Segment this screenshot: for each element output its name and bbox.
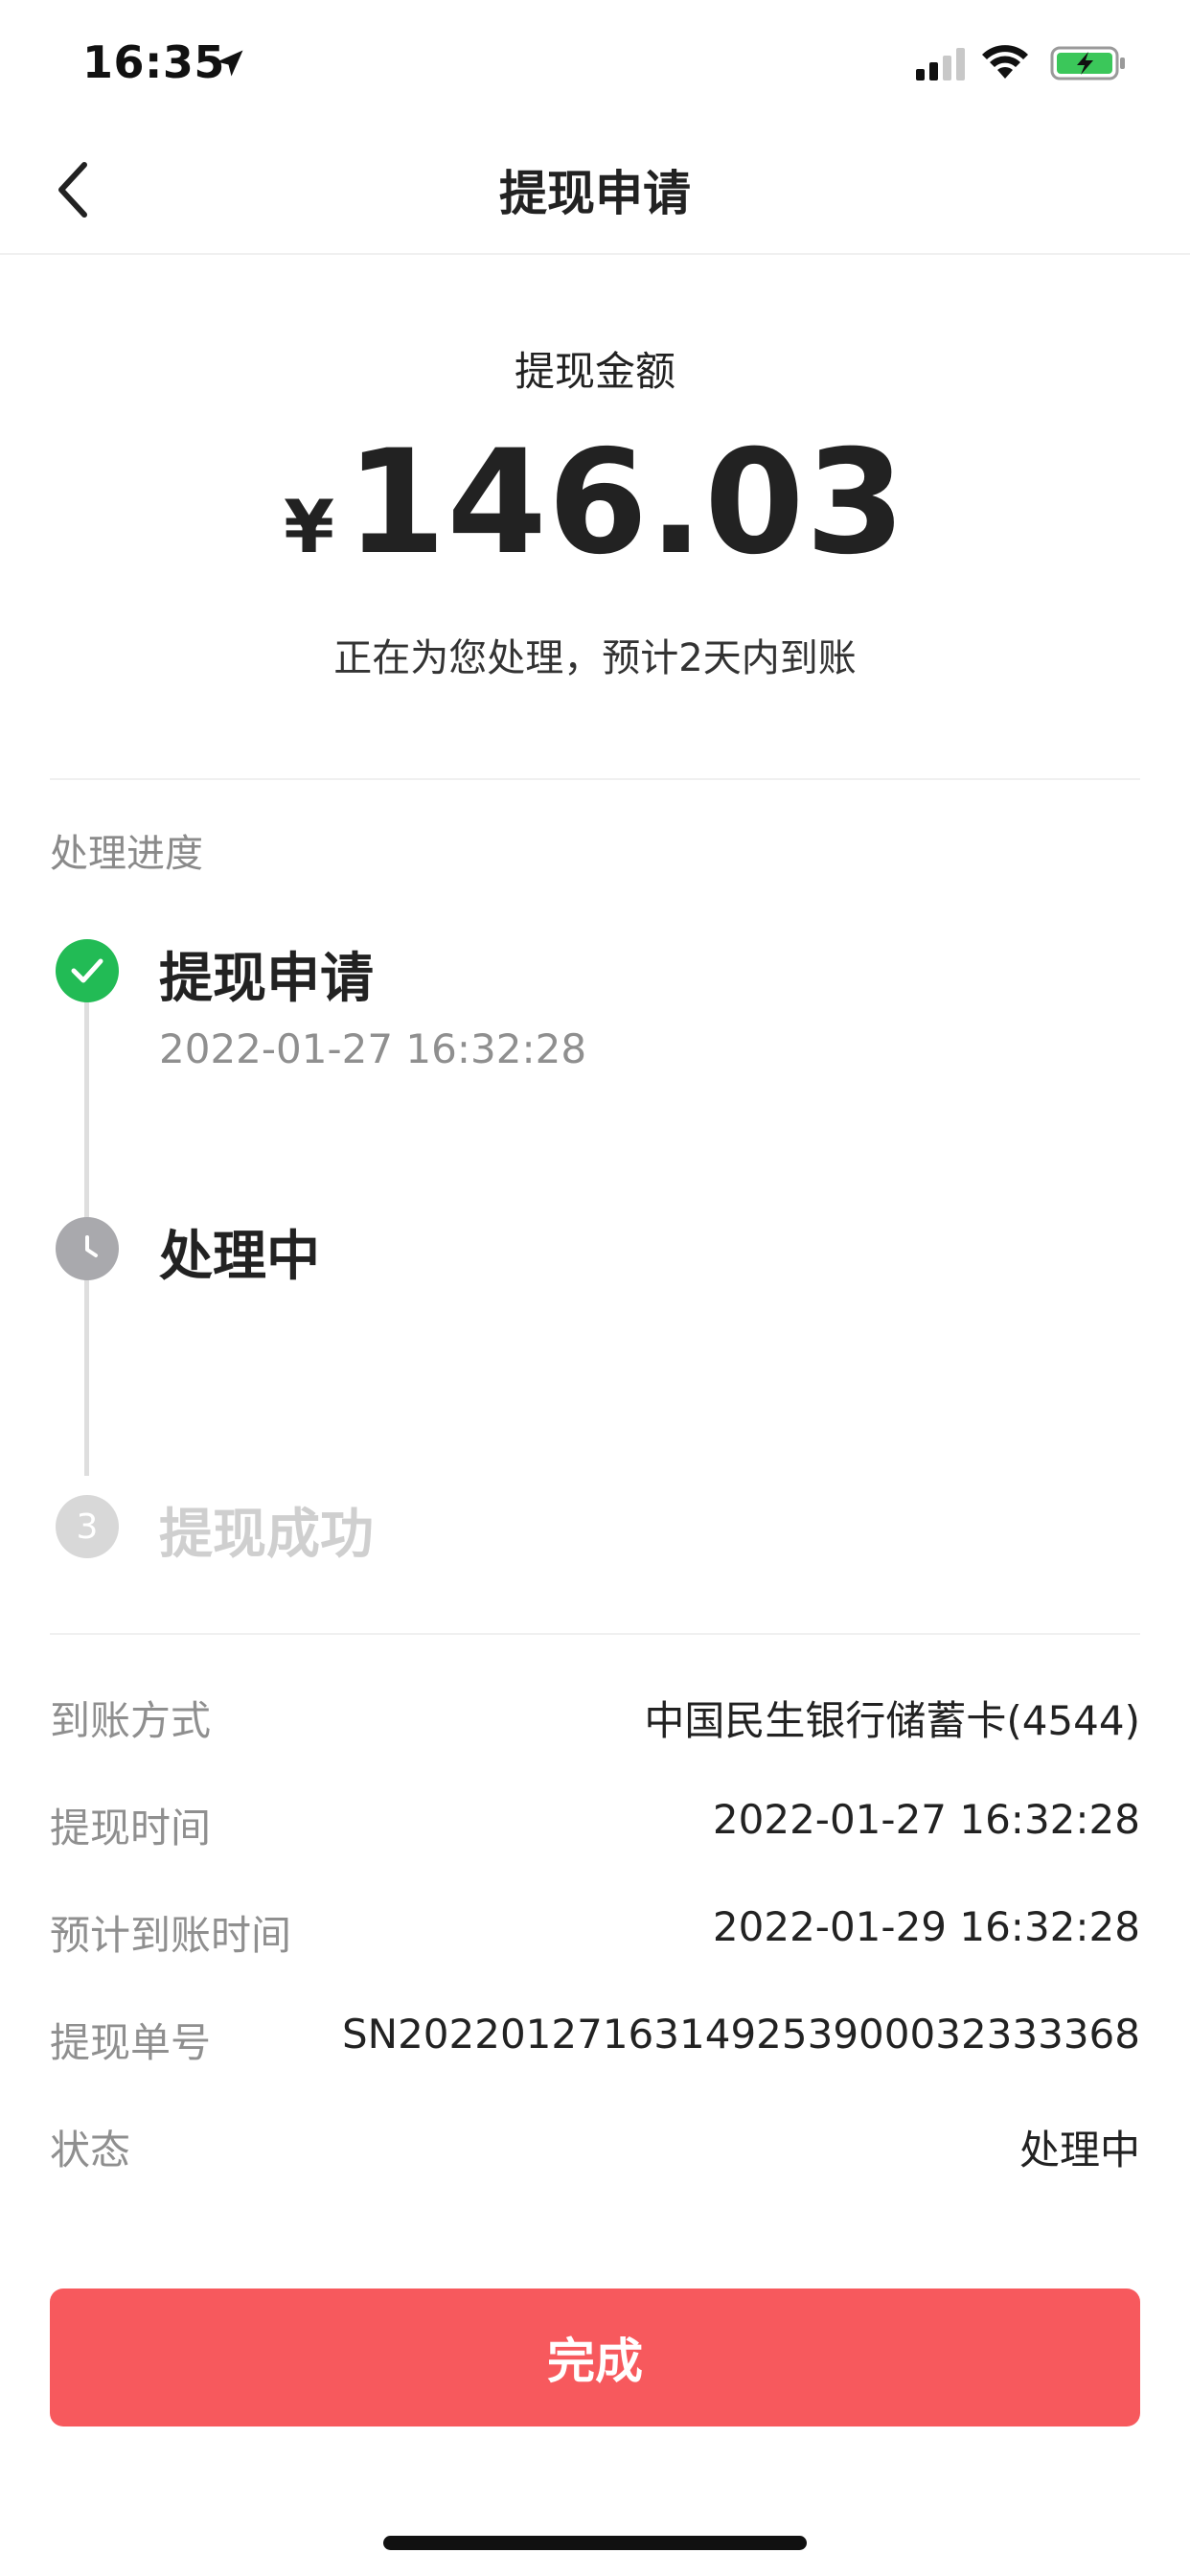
wifi-icon (982, 45, 1028, 79)
detail-label: 预计到账时间 (50, 1912, 292, 1959)
detail-value: 2022-01-27 16:32:28 (712, 1796, 1140, 1843)
detail-value: 中国民生银行储蓄卡(4544) (644, 1697, 1140, 1744)
cellular-signal-icon (916, 48, 965, 80)
done-button[interactable]: 完成 (50, 2288, 1140, 2426)
status-time: 16:35 (82, 36, 225, 88)
detail-row-status: 状态 处理中 (50, 2118, 1140, 2185)
amount-label: 提现金额 (514, 348, 675, 395)
battery-charging-icon (1050, 46, 1125, 80)
detail-label: 到账方式 (50, 1697, 212, 1744)
step-time: 2022-01-27 16:32:28 (159, 1025, 587, 1072)
step-number: 3 (76, 1506, 99, 1547)
amount-note: 正在为您处理，预计2天内到账 (333, 636, 857, 680)
currency-symbol: ¥ (284, 484, 335, 569)
detail-row-apply-time: 提现时间 2022-01-27 16:32:28 (50, 1796, 1140, 1863)
progress-heading: 处理进度 (50, 832, 203, 876)
detail-row-method: 到账方式 中国民生银行储蓄卡(4544) (50, 1689, 1140, 1756)
detail-value: SN20220127163149253900032333368 (341, 2011, 1140, 2058)
step-pending-icon: 3 (56, 1495, 119, 1558)
detail-label: 状态 (50, 2127, 131, 2174)
location-arrow-icon (217, 50, 243, 77)
amount-display: ¥ 146.03 (0, 422, 1190, 585)
step-title: 提现申请 (159, 948, 374, 1010)
step-title: 处理中 (159, 1226, 320, 1288)
status-bar: 16:35 (0, 0, 1190, 126)
clock-icon (85, 1235, 98, 1257)
page-title: 提现申请 (499, 166, 691, 221)
divider (50, 778, 1140, 780)
detail-row-arrival-time: 预计到账时间 2022-01-29 16:32:28 (50, 1903, 1140, 1970)
check-icon (71, 958, 103, 983)
detail-row-order-number: 提现单号 SN20220127163149253900032333368 (50, 2011, 1140, 2078)
nav-bar: 提现申请 (0, 126, 1190, 255)
detail-label: 提现时间 (50, 1805, 212, 1852)
detail-value: 2022-01-29 16:32:28 (712, 1903, 1140, 1950)
step-done-icon (56, 939, 119, 1002)
detail-value: 处理中 (1018, 2127, 1140, 2174)
step-title: 提现成功 (159, 1504, 374, 1566)
home-indicator[interactable] (383, 2536, 807, 2550)
step-current-icon (56, 1217, 119, 1280)
divider (50, 1633, 1140, 1635)
amount-value: 146.03 (346, 420, 906, 586)
detail-label: 提现单号 (50, 2019, 212, 2066)
